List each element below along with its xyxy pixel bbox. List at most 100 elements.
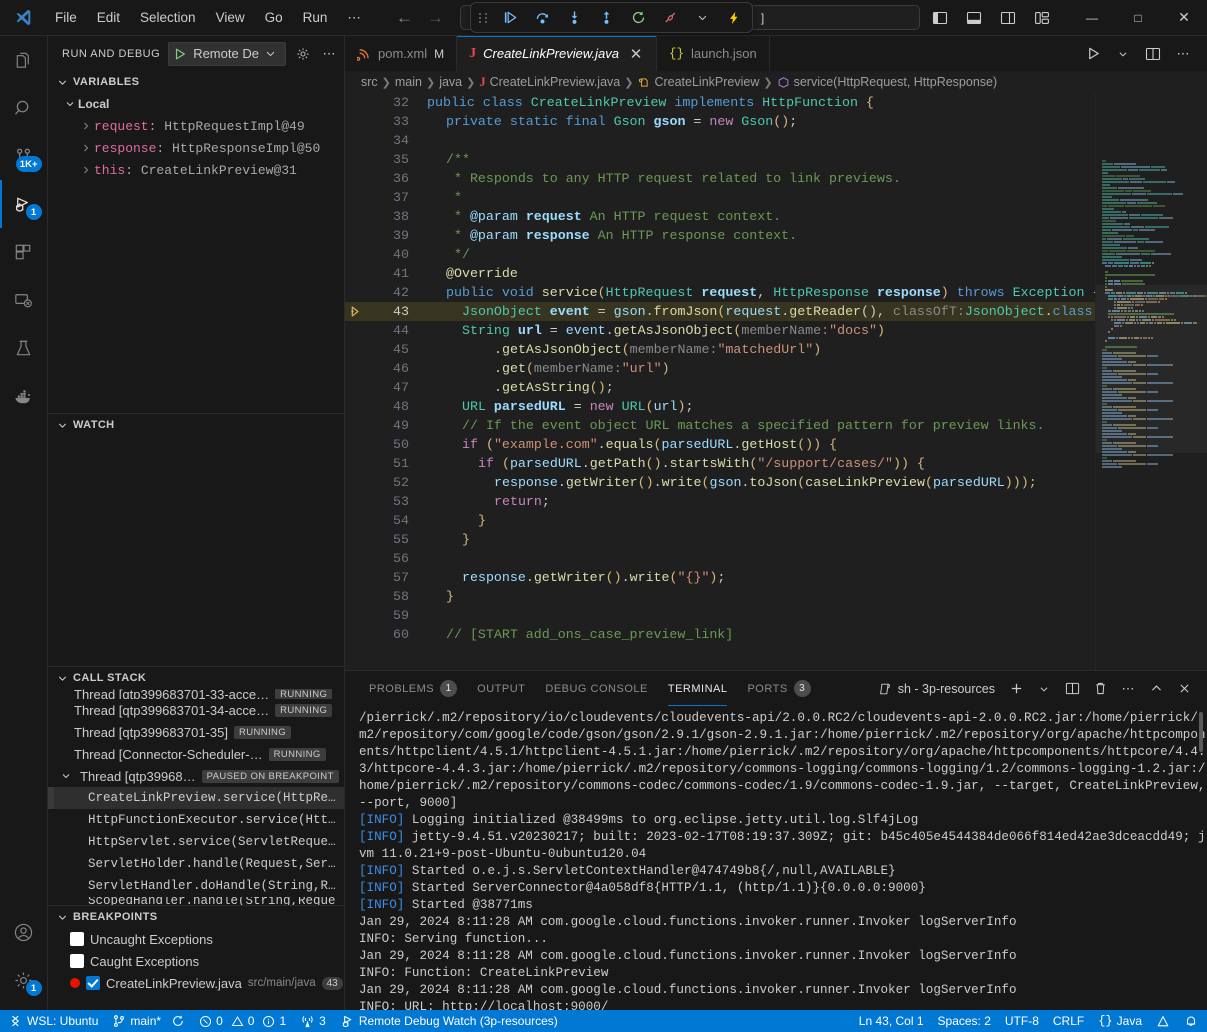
code-line[interactable]: 51if (parsedURL.getPath().startsWith("/s… [345, 454, 1095, 473]
panel-more-actions-icon[interactable]: ⋯ [1115, 676, 1141, 702]
call-stack-thread-paused[interactable]: Thread [qtp39968… PAUSED ON BREAKPOINT [48, 765, 344, 787]
breadcrumb-item-main[interactable]: main [395, 75, 422, 89]
sidebar-more-actions-icon[interactable]: ⋯ [320, 43, 338, 65]
code-line[interactable]: 55} [345, 530, 1095, 549]
maximize-button[interactable]: □ [1115, 0, 1161, 36]
step-into-icon[interactable] [564, 8, 584, 28]
step-over-icon[interactable] [532, 8, 552, 28]
lightning-icon[interactable] [724, 8, 744, 28]
status-notifications[interactable] [1177, 1010, 1205, 1032]
breadcrumb-item-method[interactable]: service(HttpRequest, HttpResponse) [794, 75, 998, 89]
split-terminal-icon[interactable] [1059, 676, 1085, 702]
continue-icon[interactable] [500, 8, 520, 28]
panel-tab-ports[interactable]: PORTS 3 [737, 671, 820, 706]
stack-frame-row[interactable]: ScopedHandler.handle(String,Reque [48, 897, 344, 905]
editor-tab-pom-xml[interactable]: pom.xml M [345, 36, 457, 71]
activity-item-extensions[interactable] [0, 228, 48, 276]
minimize-button[interactable]: — [1069, 0, 1115, 36]
chevron-down-icon[interactable] [1109, 40, 1137, 68]
variable-row-request[interactable]: request: HttpRequestImpl@49 [48, 115, 344, 137]
go-back-icon[interactable]: ← [396, 9, 413, 26]
call-stack-thread[interactable]: Thread [qtp399683701-35] RUNNING [48, 721, 344, 743]
menu-edit[interactable]: Edit [88, 6, 129, 29]
menu-view[interactable]: View [207, 6, 254, 29]
terminal-output[interactable]: /pierrick/.m2/repository/io/cloudevents/… [345, 706, 1207, 1010]
call-stack-thread[interactable]: Thread [Connector-Scheduler-… RUNNING [48, 743, 344, 765]
minimap-slider[interactable] [1096, 285, 1207, 453]
activity-item-run-and-debug[interactable]: 1 [0, 180, 48, 228]
code-line[interactable]: 36 * Responds to any HTTP request relate… [345, 169, 1095, 188]
stack-frame-row[interactable]: ServletHolder.handle(Request,Servlet [48, 853, 344, 875]
activity-item-docker[interactable] [0, 372, 48, 420]
code-line[interactable]: 38 * @param request An HTTP request cont… [345, 207, 1095, 226]
breakpoints-section-header[interactable]: BREAKPOINTS [48, 906, 344, 928]
minimap[interactable] [1095, 93, 1207, 670]
status-ports[interactable]: 3 [293, 1010, 333, 1032]
code-line[interactable]: 52response.getWriter().write(gson.toJson… [345, 473, 1095, 492]
breadcrumb-item-file[interactable]: CreateLinkPreview.java [490, 75, 621, 89]
code-line[interactable]: 37 * [345, 188, 1095, 207]
drag-handle-icon[interactable] [479, 13, 488, 23]
code-line[interactable]: 59 [345, 606, 1095, 625]
code-line[interactable]: 40 */ [345, 245, 1095, 264]
status-remote-host[interactable]: WSL: Ubuntu [2, 1010, 105, 1032]
panel-tab-problems[interactable]: PROBLEMS 1 [359, 671, 467, 706]
stack-frame-row[interactable]: HttpFunctionExecutor.service(HttpSer [48, 809, 344, 831]
terminal-scrollbar[interactable] [1199, 712, 1203, 752]
disconnect-icon[interactable] [660, 8, 680, 28]
panel-tab-debug-console[interactable]: DEBUG CONSOLE [535, 671, 657, 706]
breakpoint-row-uncaught-exceptions[interactable]: Uncaught Exceptions [48, 928, 344, 950]
code-line[interactable]: 46.get(memberName:"url") [345, 359, 1095, 378]
terminal-selector[interactable]: sh - 3p-resources [878, 682, 1001, 696]
menu-file[interactable]: File [46, 6, 86, 29]
status-feedback[interactable] [1149, 1010, 1177, 1032]
kill-terminal-icon[interactable] [1087, 676, 1113, 702]
stack-frame-row[interactable]: HttpServlet.service(ServletRequest,S [48, 831, 344, 853]
status-cursor-position[interactable]: Ln 43, Col 1 [852, 1010, 931, 1032]
customize-layout-icon[interactable] [1027, 3, 1057, 33]
status-git-branch[interactable]: main* [105, 1010, 192, 1032]
menu-selection[interactable]: Selection [131, 6, 205, 29]
call-stack-thread[interactable]: Thread [qtp399683701-33-acce… RUNNING [48, 689, 344, 699]
activity-item-source-control[interactable]: 1K+ [0, 132, 48, 180]
activity-item-explorer[interactable] [0, 36, 48, 84]
code-line[interactable]: 57response.getWriter().write("{}"); [345, 568, 1095, 587]
breadcrumb-item-src[interactable]: src [361, 75, 378, 89]
code-line[interactable]: 33private static final Gson gson = new G… [345, 112, 1095, 131]
chevron-down-icon[interactable] [1031, 676, 1057, 702]
menu-run[interactable]: Run [294, 6, 337, 29]
code-line[interactable]: 39 * @param response An HTTP response co… [345, 226, 1095, 245]
close-window-button[interactable]: ✕ [1161, 0, 1207, 36]
code-line[interactable]: 32public class CreateLinkPreview impleme… [345, 93, 1095, 112]
menu-go[interactable]: Go [256, 6, 292, 29]
code-line[interactable]: 34 [345, 131, 1095, 150]
open-launch-settings-icon[interactable] [294, 43, 312, 65]
variable-row-this[interactable]: this: CreateLinkPreview@31 [48, 159, 344, 181]
activity-item-search[interactable] [0, 84, 48, 132]
toggle-panel-icon[interactable] [959, 3, 989, 33]
code-line[interactable]: 42public void service(HttpRequest reques… [345, 283, 1095, 302]
launch-configuration-select[interactable]: Remote De [168, 42, 286, 66]
panel-tab-terminal[interactable]: TERMINAL [658, 671, 738, 706]
status-language-mode[interactable]: {} Java [1091, 1010, 1149, 1032]
activity-item-remote-explorer[interactable] [0, 276, 48, 324]
status-eol[interactable]: CRLF [1046, 1010, 1091, 1032]
code-editor[interactable]: 32public class CreateLinkPreview impleme… [345, 93, 1207, 670]
breakpoint-checkbox[interactable] [86, 976, 100, 990]
breakpoint-checkbox[interactable] [70, 954, 84, 968]
variable-row-response[interactable]: response: HttpResponseImpl@50 [48, 137, 344, 159]
code-line[interactable]: 35/** [345, 150, 1095, 169]
code-line[interactable]: 45.getAsJsonObject(memberName:"matchedUr… [345, 340, 1095, 359]
stack-frame-row[interactable]: CreateLinkPreview.service(HttpReques [48, 787, 344, 809]
activity-item-settings[interactable]: 1 [0, 956, 48, 1004]
editor-tab-create-link-preview-java[interactable]: J CreateLinkPreview.java ✕ [457, 36, 657, 71]
code-line[interactable]: 49// If the event object URL matches a s… [345, 416, 1095, 435]
step-out-icon[interactable] [596, 8, 616, 28]
breakpoint-row-caught-exceptions[interactable]: Caught Exceptions [48, 950, 344, 972]
code-line[interactable]: 48URL parsedURL = new URL(url); [345, 397, 1095, 416]
chevron-down-icon[interactable] [692, 8, 712, 28]
call-stack-section-header[interactable]: CALL STACK [48, 667, 344, 689]
activity-item-accounts[interactable] [0, 908, 48, 956]
watch-section-header[interactable]: WATCH [48, 414, 344, 436]
breakpoint-row-file[interactable]: CreateLinkPreview.java src/main/java 43 [48, 972, 344, 994]
